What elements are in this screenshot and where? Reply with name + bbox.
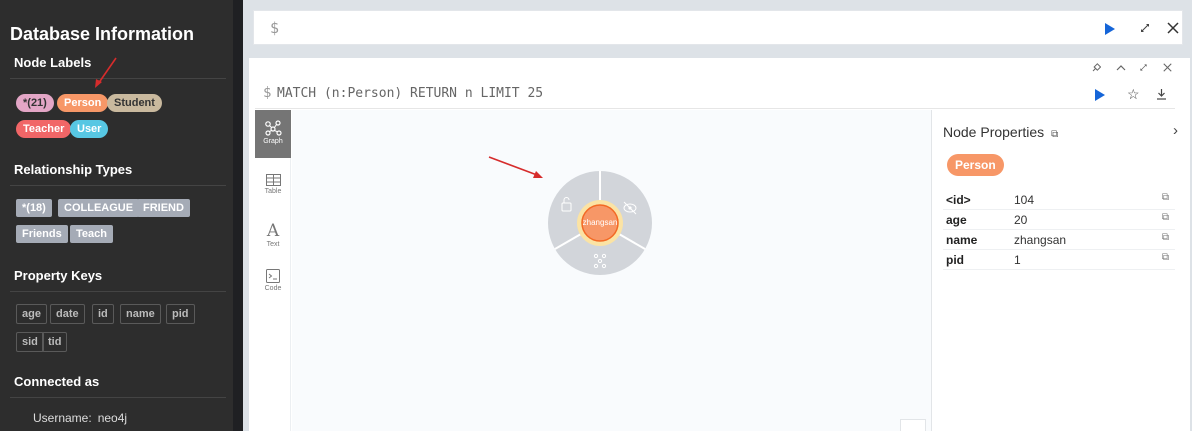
copy-icon[interactable]: ⧉	[1162, 252, 1169, 263]
fullscreen-icon[interactable]	[1138, 62, 1149, 73]
property-key-pid[interactable]: pid	[166, 304, 195, 324]
graph-node-caption[interactable]: zhangsan	[570, 218, 630, 227]
view-tabs: Graph Table A Text Code	[255, 110, 291, 431]
node-label-badge[interactable]: Person	[947, 154, 1004, 176]
property-row: age 20 ⧉	[943, 210, 1175, 230]
connected-as-heading: Connected as	[14, 374, 100, 389]
download-icon[interactable]	[1156, 88, 1167, 100]
node-label-person[interactable]: Person	[57, 94, 109, 112]
copy-icon[interactable]: ⧉	[1162, 192, 1169, 203]
pin-icon[interactable]	[1091, 63, 1101, 73]
property-key-sid[interactable]: sid	[16, 332, 44, 352]
node-label-all[interactable]: *(21)	[16, 94, 54, 112]
code-icon	[266, 269, 280, 283]
tab-graph[interactable]: Graph	[255, 110, 291, 158]
copy-icon[interactable]: ⧉	[1162, 212, 1169, 223]
sidebar-title: Database Information	[10, 24, 195, 44]
result-frame: $ MATCH (n:Person) RETURN n LIMIT 25 ☆ G…	[249, 58, 1190, 431]
rel-type-all[interactable]: *(18)	[16, 199, 52, 217]
divider	[10, 397, 226, 398]
editor-prompt: $	[270, 19, 280, 37]
rel-type-teach[interactable]: Teach	[70, 225, 113, 243]
tab-table-label: Table	[264, 188, 282, 195]
property-key: age	[946, 213, 967, 227]
neo4j-browser: Database Information Node Labels *(21) P…	[0, 0, 1192, 431]
property-keys-heading: Property Keys	[14, 268, 103, 283]
tab-code-label: Code	[264, 285, 282, 292]
property-key: <id>	[946, 193, 971, 207]
property-key-age[interactable]: age	[16, 304, 47, 324]
username-label: Username:	[33, 411, 92, 425]
node-label-student[interactable]: Student	[107, 94, 162, 112]
rerun-query-icon[interactable]	[1095, 89, 1105, 101]
chevron-up-icon[interactable]	[1116, 64, 1126, 72]
close-editor-icon[interactable]	[1167, 22, 1179, 34]
property-value: zhangsan	[1014, 233, 1067, 247]
rel-type-friends[interactable]: Friends	[16, 225, 68, 243]
property-key: name	[946, 233, 978, 247]
frame-query-text[interactable]: MATCH (n:Person) RETURN n LIMIT 25	[277, 86, 543, 101]
node-labels-heading: Node Labels	[14, 55, 92, 70]
property-key-id[interactable]: id	[92, 304, 114, 324]
copy-icon[interactable]: ⧉	[1162, 232, 1169, 243]
relationship-types-heading: Relationship Types	[14, 162, 133, 177]
property-value: 104	[1014, 193, 1035, 207]
favorite-star-icon[interactable]: ☆	[1127, 87, 1140, 101]
cypher-editor[interactable]: $	[253, 10, 1183, 45]
node-label-teacher[interactable]: Teacher	[16, 120, 72, 138]
property-key-date[interactable]: date	[50, 304, 85, 324]
property-key: pid	[946, 253, 964, 267]
property-row: name zhangsan ⧉	[943, 230, 1175, 250]
rel-type-friend[interactable]: FRIEND	[137, 199, 190, 217]
tab-code[interactable]: Code	[255, 263, 291, 311]
text-icon: A	[266, 221, 280, 241]
username-value: neo4j	[97, 411, 128, 425]
tab-text-label: Text	[266, 241, 280, 248]
chevron-right-icon[interactable]: ›	[1173, 122, 1178, 139]
frame-prompt: $	[263, 85, 272, 101]
rel-type-colleague[interactable]: COLLEAGUE	[58, 199, 140, 217]
frame-query-bar[interactable]: $ MATCH (n:Person) RETURN n LIMIT 25 ☆	[255, 79, 1175, 109]
node-properties-title: Node Properties ⧉	[943, 124, 1058, 140]
property-row: <id> 104 ⧉	[943, 190, 1175, 210]
node-properties-panel: Node Properties ⧉ › Person <id> 104 ⧉ ag…	[931, 110, 1190, 431]
property-row: pid 1 ⧉	[943, 250, 1175, 270]
property-value: 1	[1014, 253, 1021, 267]
canvas-corner-tab[interactable]	[900, 419, 926, 431]
username-line: Username: neo4j	[33, 411, 127, 425]
property-value: 20	[1014, 213, 1028, 227]
database-info-sidebar: Database Information Node Labels *(21) P…	[0, 0, 233, 431]
graph-canvas[interactable]: zhangsan	[292, 110, 932, 431]
annotation-arrow-icon	[95, 57, 117, 88]
node-label-user[interactable]: User	[70, 120, 109, 138]
property-key-name[interactable]: name	[120, 304, 161, 324]
sidebar-scroll-strip	[233, 0, 243, 431]
close-frame-icon[interactable]	[1163, 63, 1172, 72]
copy-icon[interactable]: ⧉	[1051, 129, 1058, 140]
table-icon	[265, 174, 281, 186]
frame-header	[249, 58, 1190, 78]
tab-text[interactable]: A Text	[255, 217, 291, 265]
tab-table[interactable]: Table	[255, 170, 291, 218]
divider	[10, 185, 226, 186]
node-properties-title-text: Node Properties	[943, 124, 1045, 140]
property-key-tid[interactable]: tid	[42, 332, 68, 352]
run-query-icon[interactable]	[1105, 23, 1115, 35]
tab-graph-label: Graph	[263, 138, 283, 145]
expand-editor-icon[interactable]	[1138, 21, 1152, 35]
graph-icon	[265, 120, 282, 136]
divider	[10, 291, 226, 292]
annotation-arrow-icon	[488, 156, 543, 178]
